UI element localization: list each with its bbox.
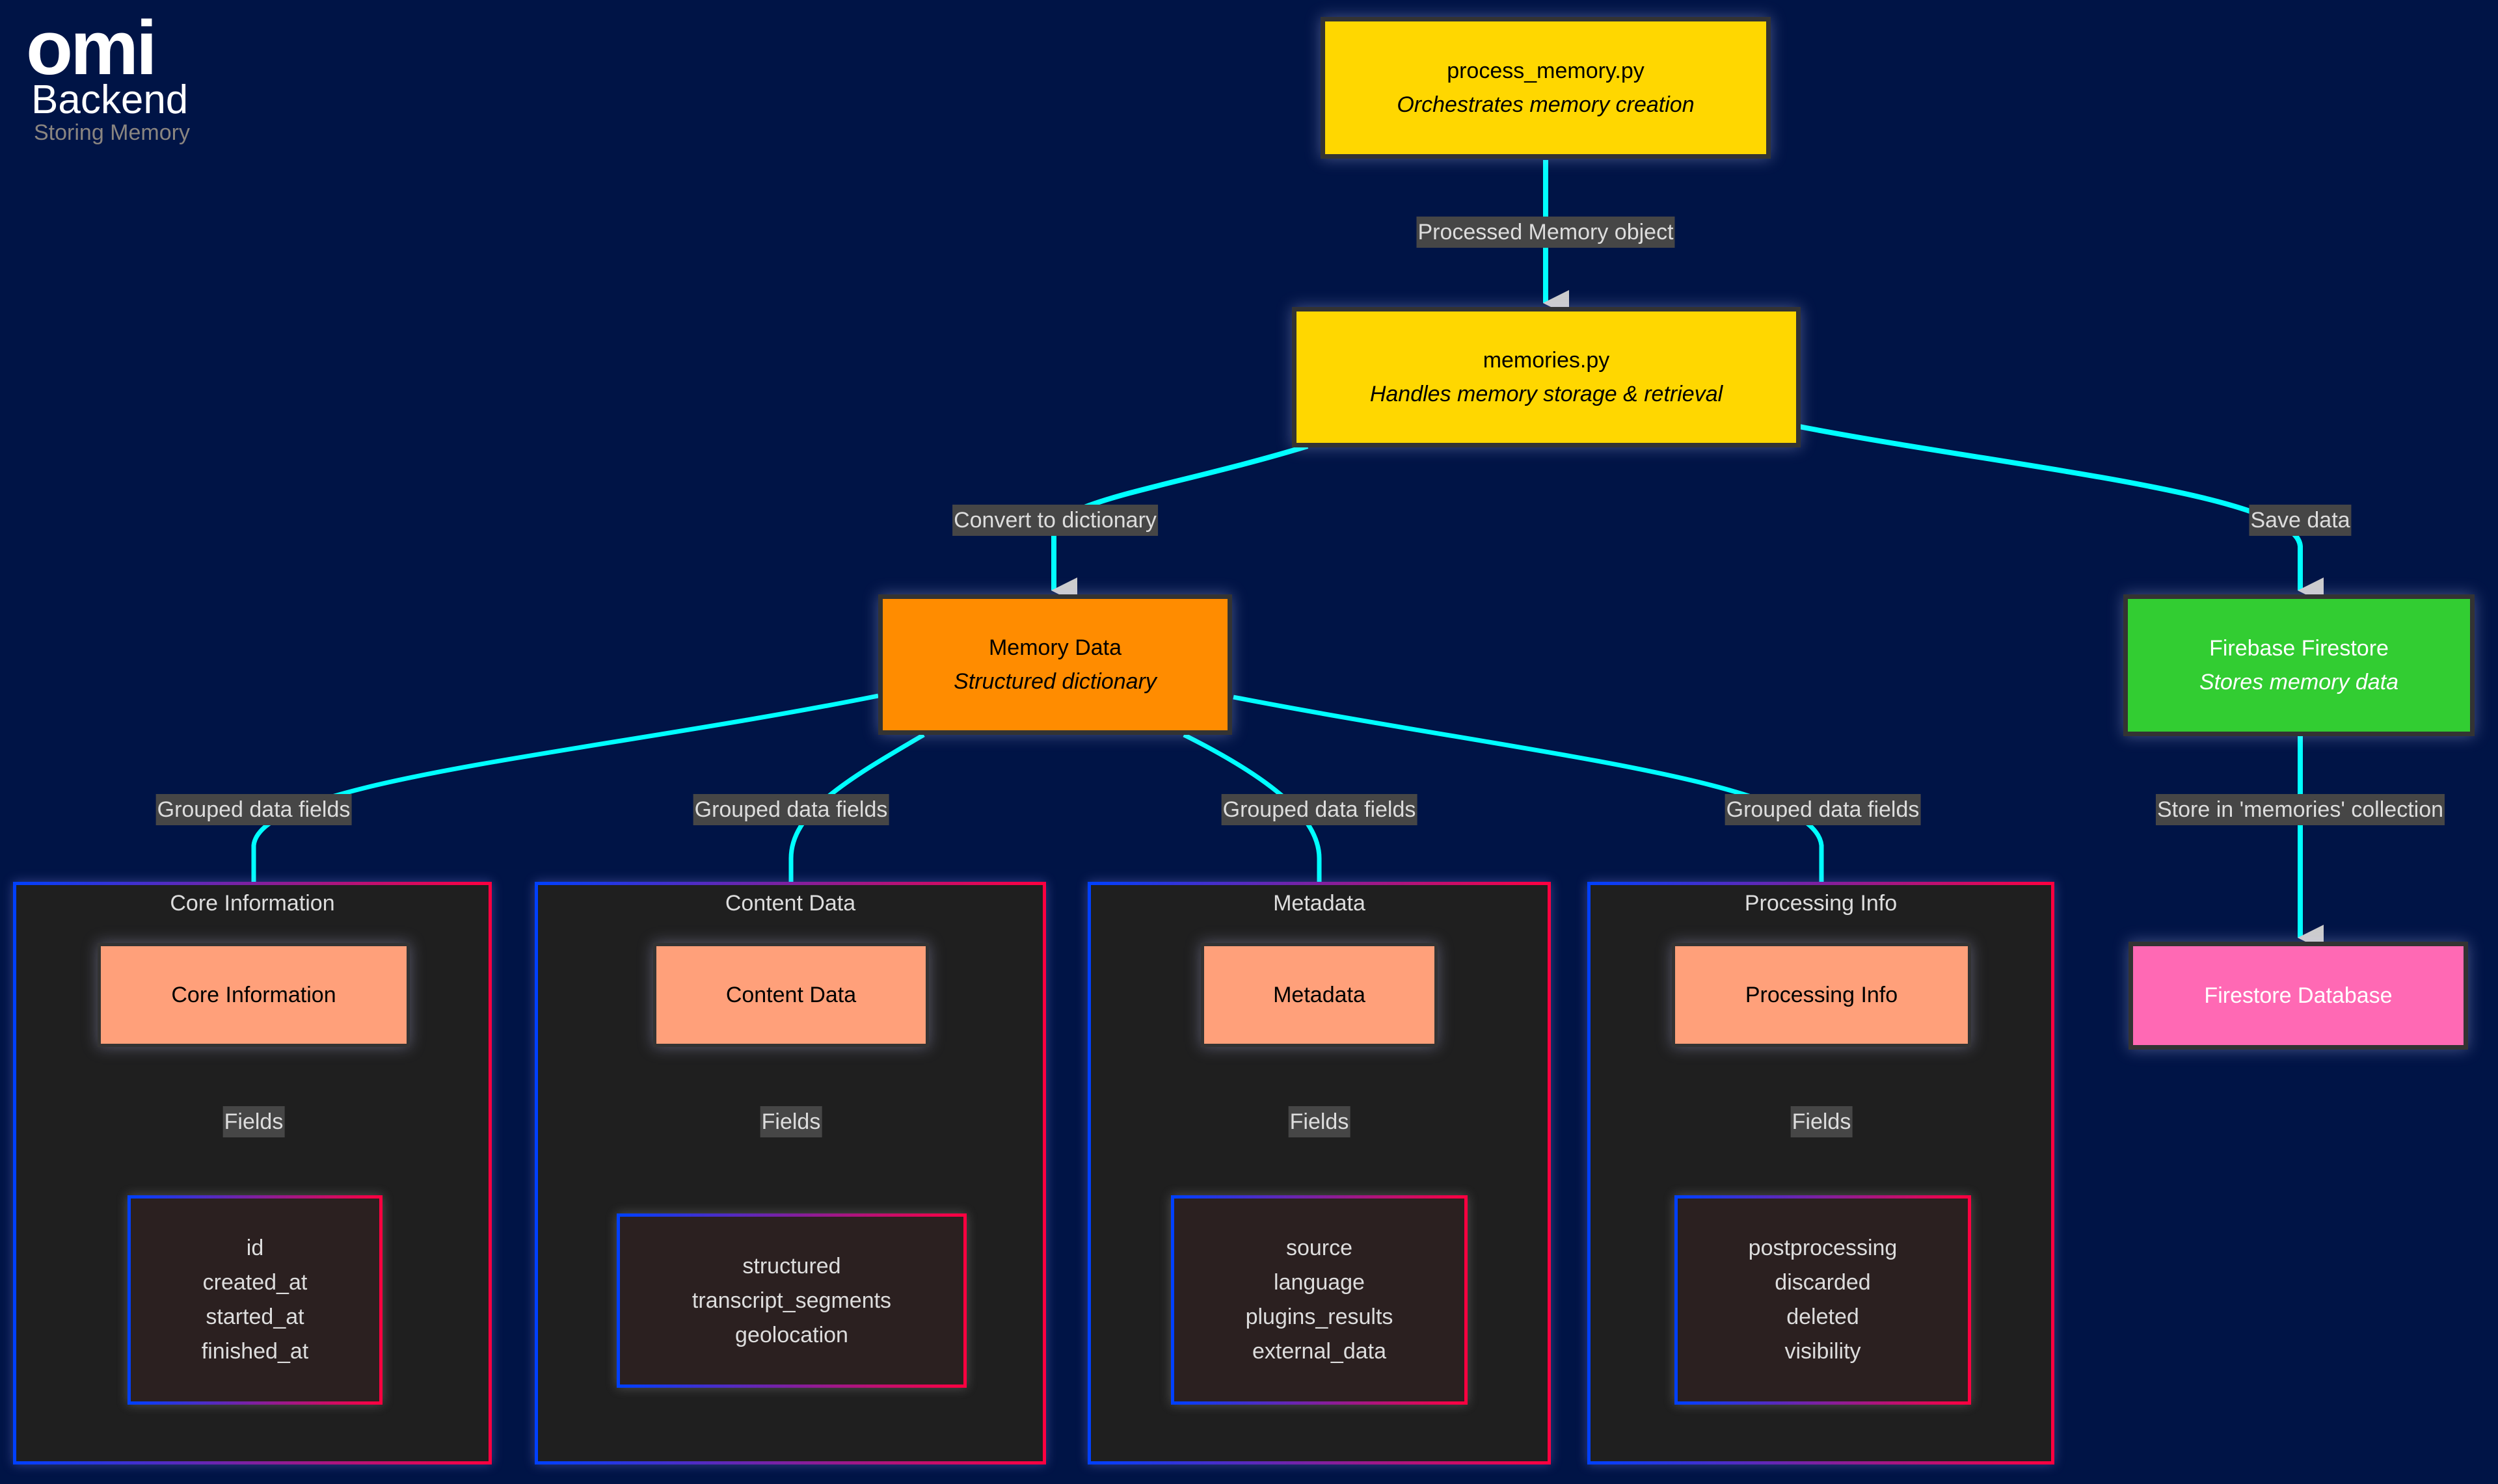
node-title: Firestore Database (2204, 983, 2393, 1008)
edge-label-fields-processing: Fields (1790, 1106, 1853, 1137)
node-title: Memory Data (988, 635, 1122, 660)
field-item: visibility (1784, 1339, 1861, 1364)
edge-label-grouped-core: Grouped data fields (155, 794, 352, 825)
edge-label-grouped-content: Grouped data fields (693, 794, 889, 825)
node-memories[interactable]: memories.py Handles memory storage & ret… (1292, 307, 1801, 447)
logo-subtitle: Storing Memory (34, 120, 190, 145)
edge-label-fields-metadata: Fields (1288, 1106, 1350, 1137)
fields-metadata: source language plugins_results external… (1171, 1195, 1468, 1405)
field-item: source (1285, 1236, 1353, 1260)
cluster-title: Core Information (170, 891, 335, 916)
node-processing-info[interactable]: Processing Info (1672, 943, 1971, 1047)
node-subtitle: Orchestrates memory creation (1397, 92, 1695, 117)
node-subtitle: Structured dictionary (954, 669, 1157, 694)
node-firestore[interactable]: Firebase Firestore Stores memory data (2123, 594, 2475, 736)
node-title: Content Data (725, 983, 857, 1007)
field-item: plugins_results (1245, 1305, 1393, 1329)
field-item: external_data (1252, 1339, 1387, 1364)
edge-label-fields-content: Fields (760, 1106, 822, 1137)
fields-core-information: id created_at started_at finished_at (128, 1195, 383, 1405)
field-item: language (1274, 1270, 1365, 1295)
node-firestore-database[interactable]: Firestore Database (2129, 942, 2468, 1050)
field-item: postprocessing (1748, 1236, 1898, 1260)
fields-content-data: structured transcript_segments geolocati… (617, 1213, 967, 1388)
node-title: Core Information (171, 983, 336, 1007)
edge-memories-to-firestore (1799, 424, 2324, 603)
field-item: structured (742, 1253, 841, 1279)
field-item: geolocation (735, 1322, 848, 1347)
field-item: finished_at (201, 1339, 309, 1364)
field-item: discarded (1775, 1270, 1871, 1295)
field-item: id (246, 1236, 264, 1260)
field-item: deleted (1786, 1305, 1859, 1329)
logo-product: Backend (31, 77, 189, 122)
node-title: Firebase Firestore (2209, 636, 2389, 661)
field-item: started_at (206, 1305, 304, 1329)
field-item: transcript_segments (692, 1288, 892, 1313)
edge-label-grouped-processing: Grouped data fields (1725, 794, 1921, 825)
edge-label-fields-core: Fields (222, 1106, 285, 1137)
node-title: process_memory.py (1447, 59, 1645, 83)
node-subtitle: Stores memory data (2199, 670, 2399, 695)
cluster-title: Content Data (725, 891, 856, 916)
node-core-information[interactable]: Core Information (98, 943, 410, 1047)
node-title: memories.py (1483, 348, 1610, 373)
node-process-memory[interactable]: process_memory.py Orchestrates memory cr… (1321, 17, 1771, 159)
cluster-title: Metadata (1273, 891, 1365, 916)
node-subtitle: Handles memory storage & retrieval (1369, 382, 1723, 406)
edge-label-grouped-metadata: Grouped data fields (1221, 794, 1417, 825)
node-memory-data[interactable]: Memory Data Structured dictionary (878, 594, 1232, 735)
edge-label-processed-memory: Processed Memory object (1416, 217, 1675, 248)
fields-processing-info: postprocessing discarded deleted visibil… (1674, 1195, 1971, 1405)
edge-label-convert: Convert to dictionary (952, 505, 1158, 536)
node-title: Metadata (1273, 983, 1365, 1007)
logo: omi Backend Storing Memory (26, 5, 190, 146)
edge-label-save: Save data (2249, 505, 2352, 536)
edge-label-store: Store in 'memories' collection (2155, 794, 2445, 825)
field-item: created_at (202, 1270, 308, 1295)
cluster-title: Processing Info (1744, 891, 1898, 916)
node-title: Processing Info (1745, 983, 1898, 1007)
node-metadata[interactable]: Metadata (1201, 943, 1438, 1047)
node-content-data[interactable]: Content Data (653, 943, 929, 1047)
logo-brand: omi (26, 5, 157, 91)
